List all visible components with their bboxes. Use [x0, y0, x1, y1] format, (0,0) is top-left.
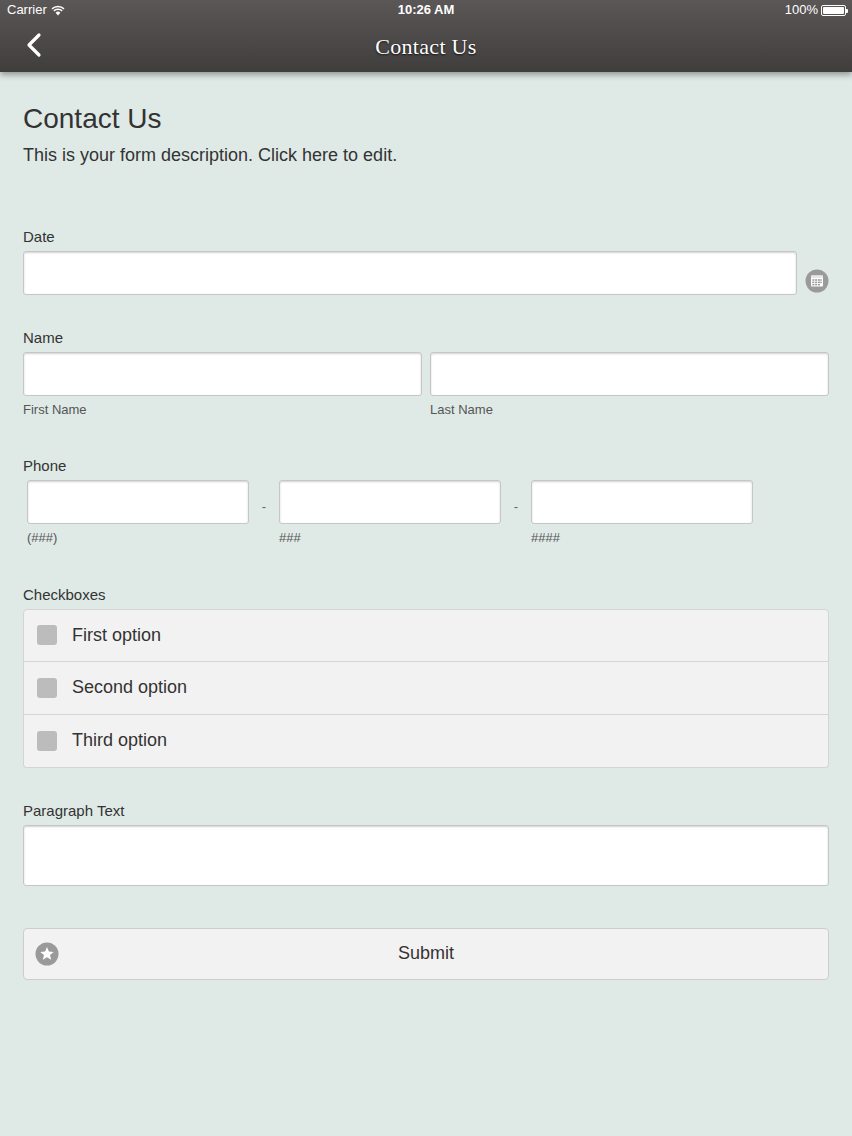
battery-icon: [821, 5, 846, 16]
date-row: [23, 251, 829, 295]
checkboxes-field: Checkboxes First option Second option Third…: [23, 586, 829, 768]
status-right: 100%: [785, 0, 846, 20]
status-left: Carrier: [7, 0, 65, 20]
checkbox-label: First option: [72, 622, 161, 649]
phone-input[interactable]: [279, 480, 501, 524]
phone-field: Phone (###) - ### - ####: [23, 457, 829, 546]
form-fields: Date Name First Name Last Name Phone (###) - ##…: [23, 228, 829, 886]
form-title: Contact Us: [23, 102, 829, 136]
clock: 10:26 AM: [0, 0, 852, 20]
checkbox[interactable]: [37, 731, 57, 751]
date-input[interactable]: [23, 251, 797, 295]
app-screen: Carrier10:26 AM100% Contact Us Contact Us T…: [0, 0, 852, 1020]
paragraph-input[interactable]: [23, 825, 829, 886]
field-label: Paragraph Text: [23, 802, 829, 820]
phone-separator: -: [501, 480, 531, 513]
back-chevron-icon[interactable]: [24, 32, 46, 58]
checkbox-row[interactable]: Second option: [23, 662, 829, 715]
top-bar: Carrier10:26 AM100% Contact Us: [0, 0, 852, 72]
phone-input[interactable]: [27, 480, 249, 524]
checkbox-label: Second option: [72, 674, 187, 701]
nav-title: Contact Us: [375, 30, 476, 63]
submit-label: Submit: [398, 943, 454, 963]
name-hint: Last Name: [430, 402, 829, 418]
checkbox-row[interactable]: First option: [23, 609, 829, 662]
phone-part: (###): [27, 480, 249, 546]
form-content: Contact Us This is your form description.…: [0, 72, 852, 1020]
phone-input[interactable]: [531, 480, 753, 524]
phone-hint: ###: [279, 530, 501, 546]
battery-fill: [823, 7, 844, 14]
phone-separator: -: [249, 480, 279, 513]
star-icon: [35, 942, 59, 966]
date-field: Date: [23, 228, 829, 295]
field-label: Checkboxes: [23, 586, 829, 604]
name-input[interactable]: [430, 352, 829, 396]
wifi-icon: [51, 5, 65, 16]
name-part: Last Name: [430, 352, 829, 418]
phone-hint: (###): [27, 530, 249, 546]
checkbox[interactable]: [37, 678, 57, 698]
phone-part: ####: [531, 480, 753, 546]
name-row: First Name Last Name: [23, 352, 829, 418]
checkbox[interactable]: [37, 625, 57, 645]
paragraph-field: Paragraph Text: [23, 802, 829, 886]
checkbox-list: First option Second option Third option: [23, 609, 829, 768]
field-label: Date: [23, 228, 829, 246]
battery-percent: 100%: [785, 0, 818, 20]
phone-hint: ####: [531, 530, 753, 546]
phone-row: (###) - ### - ####: [23, 480, 829, 546]
name-part: First Name: [23, 352, 422, 418]
name-hint: First Name: [23, 402, 422, 418]
field-label: Name: [23, 329, 829, 347]
submit-button[interactable]: Submit: [23, 928, 829, 980]
name-field: Name First Name Last Name: [23, 329, 829, 418]
nav-bar: Contact Us: [0, 20, 852, 72]
field-label: Phone: [23, 457, 829, 475]
form-description[interactable]: This is your form description. Click her…: [23, 142, 829, 169]
name-input[interactable]: [23, 352, 422, 396]
phone-part: ###: [279, 480, 501, 546]
status-bar: Carrier10:26 AM100%: [0, 0, 852, 20]
checkbox-row[interactable]: Third option: [23, 715, 829, 768]
checkbox-label: Third option: [72, 727, 167, 754]
calendar-icon[interactable]: [805, 269, 829, 293]
carrier-label: Carrier: [7, 0, 47, 20]
